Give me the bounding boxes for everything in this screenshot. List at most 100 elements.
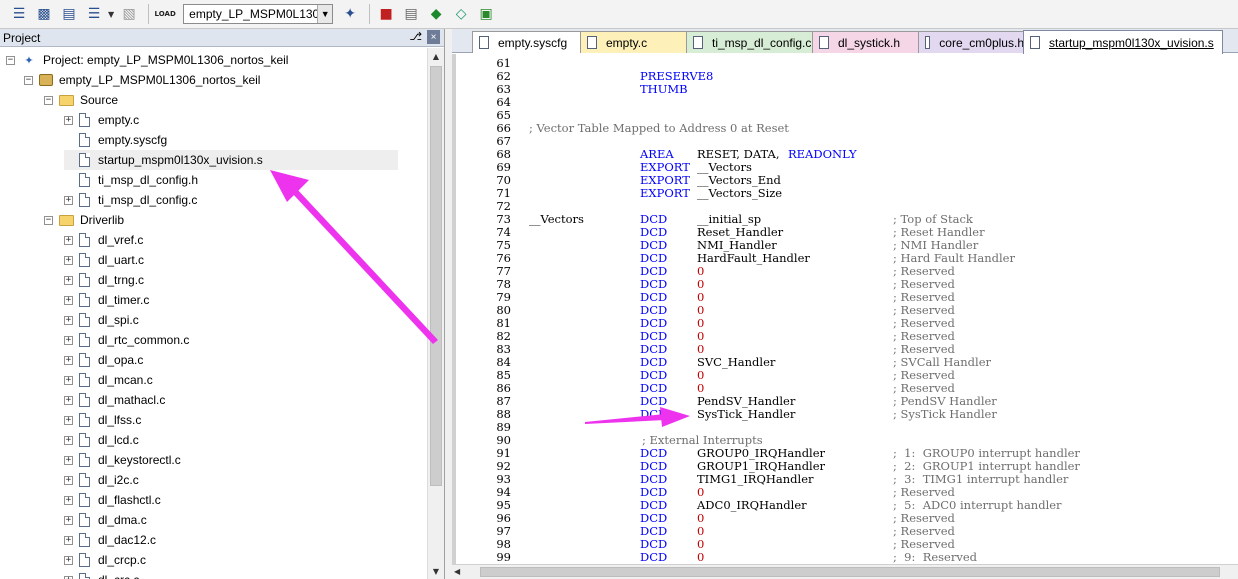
editor-tab[interactable]: startup_mspm0l130x_uvision.s <box>1023 30 1223 54</box>
folder-icon <box>59 214 74 226</box>
tree-file[interactable]: + dl_opa.c <box>64 350 143 370</box>
file-icon <box>819 36 829 49</box>
tree-item-label: dl_timer.c <box>98 293 150 307</box>
expand-icon[interactable]: + <box>64 335 73 345</box>
code-operand: ADC0_IRQHandler <box>697 498 807 512</box>
code-view[interactable]: 61 62 PRESERVE8 63 THUMB 64 65 66; Vector Table… <box>452 54 1238 564</box>
editor-tab[interactable]: empty.syscfg <box>472 31 582 53</box>
expand-icon[interactable]: + <box>64 515 73 525</box>
rebuild-icon[interactable]: ▤ <box>58 3 80 25</box>
expand-icon[interactable]: + <box>64 435 73 445</box>
tree-folder[interactable]: − Driverlib <box>44 210 124 230</box>
tree-file[interactable]: + dl_uart.c <box>64 250 144 270</box>
code-line: 69 EXPORT __Vectors <box>452 161 1238 174</box>
code-line: 97 DCD 0; Reserved <box>452 525 1238 538</box>
editor-tab[interactable]: core_cm0plus.h <box>918 31 1025 53</box>
chevron-down-icon[interactable]: ▼ <box>108 10 114 19</box>
tree-file[interactable]: + dl_crcp.c <box>64 550 146 570</box>
pack-installer-icon[interactable]: ▤ <box>400 3 422 25</box>
env-icon[interactable]: ▣ <box>475 3 497 25</box>
scroll-left-icon[interactable]: ◀ <box>454 567 460 576</box>
editor-hscrollbar[interactable]: ◀ <box>452 564 1238 579</box>
stop-build-icon[interactable]: ▧ <box>118 3 140 25</box>
download-icon[interactable]: LOAD <box>154 3 176 25</box>
tree-file[interactable]: + dl_keystorectl.c <box>64 450 181 470</box>
tree-file[interactable]: + dl_mathacl.c <box>64 390 165 410</box>
expand-icon[interactable]: + <box>64 235 73 245</box>
code-line: 96 DCD 0; Reserved <box>452 512 1238 525</box>
collapse-icon[interactable]: − <box>44 95 53 105</box>
stack-icon[interactable]: ☰ <box>83 3 105 25</box>
target-options-icon[interactable]: ✦ <box>339 3 361 25</box>
editor-tab[interactable]: ti_msp_dl_config.c <box>686 31 814 53</box>
chevron-down-icon[interactable]: ▼ <box>317 5 333 23</box>
expand-icon[interactable]: + <box>64 375 73 385</box>
tree-file[interactable]: + dl_dac12.c <box>64 530 156 550</box>
tree-item-label: dl_trng.c <box>98 273 145 287</box>
tree-file[interactable]: + dl_i2c.c <box>64 470 139 490</box>
expand-icon[interactable]: + <box>64 495 73 505</box>
expand-icon[interactable]: + <box>64 315 73 325</box>
code-comment: ; SysTick Handler <box>893 407 997 421</box>
code-line: 68 AREA RESET, DATA, READONLY <box>452 148 1238 161</box>
tree-file[interactable]: + ti_msp_dl_config.c <box>64 190 197 210</box>
tree-file[interactable]: + dl_flashctl.c <box>64 490 161 510</box>
tree-folder[interactable]: − Source <box>44 90 118 110</box>
project-icon: ✦ <box>24 54 34 67</box>
expand-icon[interactable]: + <box>64 395 73 405</box>
code-line: 90; External Interrupts <box>452 434 1238 447</box>
expand-icon[interactable]: + <box>64 455 73 465</box>
tree-item-label: Source <box>80 93 119 107</box>
tree-file[interactable]: ti_msp_dl_config.h <box>64 170 198 190</box>
pin-icon[interactable]: ⎇ <box>409 30 422 43</box>
scroll-thumb[interactable] <box>480 567 1220 577</box>
tree-file[interactable]: + dl_crc.c <box>64 570 139 579</box>
tree-item-label: dl_mcan.c <box>98 373 153 387</box>
scroll-down-icon[interactable]: ▼ <box>428 563 444 579</box>
expand-icon[interactable]: + <box>64 415 73 425</box>
tree-file[interactable]: + empty.c <box>64 110 139 130</box>
expand-icon[interactable]: + <box>64 275 73 285</box>
tree-file[interactable]: + dl_lcd.c <box>64 430 139 450</box>
tree-file[interactable]: + dl_timer.c <box>64 290 149 310</box>
tree-file[interactable]: startup_mspm0l130x_uvision.s <box>64 150 398 170</box>
collapse-icon[interactable]: − <box>24 75 33 85</box>
expand-icon[interactable]: + <box>64 475 73 485</box>
expand-icon[interactable]: + <box>64 255 73 265</box>
tree-file[interactable]: + dl_spi.c <box>64 310 139 330</box>
target-select[interactable]: empty_LP_MSPM0L1306_n ▼ <box>183 4 334 24</box>
tree-file[interactable]: + dl_mcan.c <box>64 370 153 390</box>
scroll-up-icon[interactable]: ▲ <box>428 48 444 64</box>
tree-target[interactable]: − empty_LP_MSPM0L1306_nortos_keil <box>24 70 260 90</box>
tree-project[interactable]: − ✦ Project: empty_LP_MSPM0L1306_nortos_ke… <box>6 50 288 70</box>
expand-icon[interactable]: + <box>64 295 73 305</box>
editor-tab[interactable]: dl_systick.h <box>812 31 920 53</box>
expand-icon[interactable]: + <box>64 355 73 365</box>
tree-file[interactable]: + dl_lfss.c <box>64 410 141 430</box>
collapse-icon[interactable]: − <box>6 55 15 65</box>
tree-file[interactable]: empty.syscfg <box>64 130 167 150</box>
expand-icon[interactable]: + <box>64 555 73 565</box>
expand-icon[interactable]: + <box>64 115 73 125</box>
close-icon[interactable]: × <box>427 30 440 44</box>
file-icon <box>79 433 90 447</box>
tree-item-label: dl_lfss.c <box>98 413 142 427</box>
tree-file[interactable]: + dl_vref.c <box>64 230 143 250</box>
tree-file[interactable]: + dl_dma.c <box>64 510 147 530</box>
scroll-thumb[interactable] <box>430 66 442 486</box>
expand-icon[interactable]: + <box>64 535 73 545</box>
manage-components-icon[interactable]: ■ <box>375 3 397 25</box>
books-icon[interactable]: ◆ <box>425 3 447 25</box>
tree-scrollbar[interactable]: ▲ ▼ <box>427 48 444 579</box>
tree-file[interactable]: + dl_rtc_common.c <box>64 330 189 350</box>
build-icon[interactable]: ▩ <box>33 3 55 25</box>
translate-icon[interactable]: ☰ <box>8 3 30 25</box>
code-line: 95 DCD ADC0_IRQHandler; 5: ADC0 interrupt … <box>452 499 1238 512</box>
functions-icon[interactable]: ◇ <box>450 3 472 25</box>
code-comment: ; Vector Table Mapped to Address 0 at Re… <box>529 121 789 135</box>
tree-file[interactable]: + dl_trng.c <box>64 270 144 290</box>
expand-icon[interactable]: + <box>64 195 73 205</box>
editor-tab[interactable]: empty.c <box>580 31 688 53</box>
collapse-icon[interactable]: − <box>44 215 53 225</box>
expand-icon[interactable]: + <box>64 575 73 579</box>
